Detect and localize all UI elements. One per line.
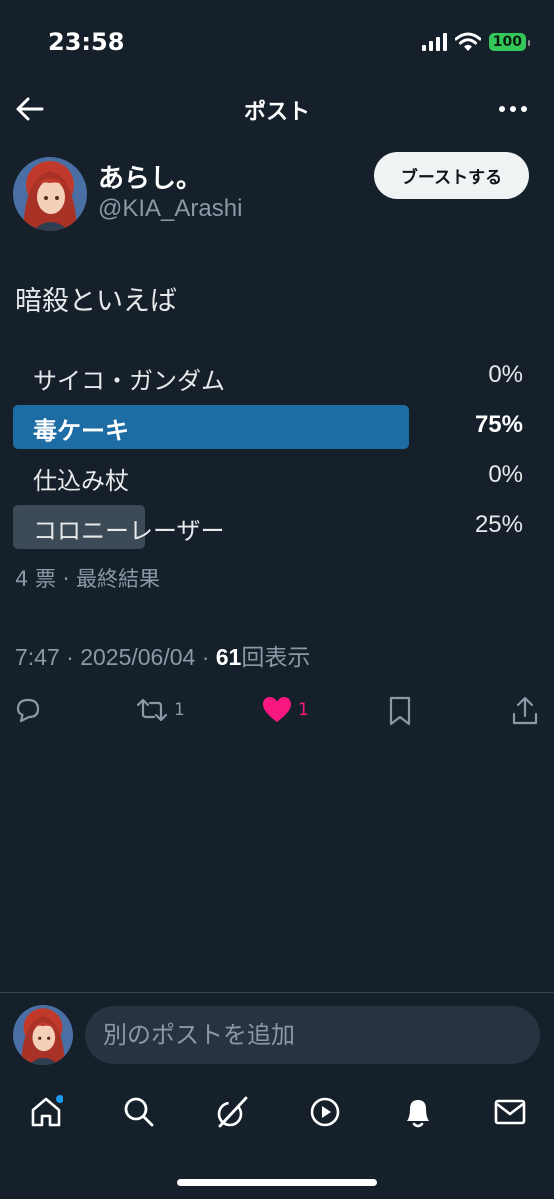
poll-option: 毒ケーキ 75% bbox=[13, 405, 523, 449]
post-header: ポスト bbox=[0, 86, 554, 130]
post-timestamp: 7:47 · 2025/06/04 · 61回表示 bbox=[15, 638, 310, 672]
poll-option-label: コロニーレーザー bbox=[33, 517, 225, 545]
tab-bar bbox=[0, 1088, 554, 1136]
share-icon bbox=[512, 696, 538, 725]
poll-option-percent: 75% bbox=[474, 411, 523, 438]
view-count[interactable]: 61 bbox=[216, 644, 242, 670]
poll-option: コロニーレーザー 25% bbox=[13, 505, 523, 549]
tab-home[interactable] bbox=[22, 1088, 70, 1136]
poll-option-label: 仕込み杖 bbox=[33, 467, 129, 495]
reply-button[interactable] bbox=[14, 696, 42, 724]
like-count: 1 bbox=[298, 700, 309, 720]
poll-meta: 4 票 · 最終結果 bbox=[15, 567, 161, 591]
status-icons: 100 bbox=[421, 32, 531, 52]
poll-option: サイコ・ガンダム 0% bbox=[13, 355, 523, 399]
post-time-date: 7:47 · 2025/06/04 · bbox=[15, 644, 216, 670]
wifi-icon bbox=[454, 32, 481, 51]
grok-icon bbox=[217, 1096, 248, 1128]
messages-icon bbox=[494, 1099, 526, 1125]
bookmark-button[interactable] bbox=[388, 696, 412, 726]
heart-icon bbox=[263, 697, 291, 722]
more-icon[interactable] bbox=[498, 94, 528, 124]
poll-option-label: 毒ケーキ bbox=[33, 417, 129, 445]
home-indicator bbox=[177, 1179, 377, 1186]
battery-indicator: 100 bbox=[488, 33, 531, 51]
divider bbox=[0, 992, 554, 993]
notifications-icon bbox=[407, 1100, 429, 1128]
tab-video[interactable] bbox=[301, 1088, 349, 1136]
tab-search[interactable] bbox=[115, 1088, 163, 1136]
poll-option-percent: 25% bbox=[474, 511, 523, 538]
reply-input[interactable] bbox=[85, 1006, 540, 1064]
home-icon bbox=[31, 1095, 63, 1127]
avatar[interactable] bbox=[13, 157, 87, 231]
page-title: ポスト bbox=[243, 100, 310, 125]
retweet-button[interactable]: 1 bbox=[136, 696, 185, 724]
retweet-count: 1 bbox=[174, 700, 185, 720]
bookmark-icon bbox=[389, 696, 411, 726]
video-icon bbox=[310, 1097, 340, 1127]
action-bar: 1 1 bbox=[0, 696, 554, 730]
poll-option-percent: 0% bbox=[488, 361, 523, 388]
tab-notifications[interactable] bbox=[394, 1088, 442, 1136]
view-count-label: 回表示 bbox=[241, 645, 311, 671]
poll-option: 仕込み杖 0% bbox=[13, 455, 523, 499]
post-text: 暗殺といえば bbox=[15, 286, 177, 317]
reply-avatar bbox=[13, 1005, 73, 1065]
status-time: 23:58 bbox=[48, 28, 125, 56]
boost-button[interactable]: ブーストする bbox=[374, 152, 529, 199]
cellular-signal-icon bbox=[421, 33, 447, 51]
tab-messages[interactable] bbox=[486, 1088, 534, 1136]
author-handle[interactable]: @KIA_Arashi bbox=[98, 195, 242, 223]
share-button[interactable] bbox=[511, 696, 539, 726]
like-button[interactable]: 1 bbox=[262, 696, 309, 724]
tab-grok[interactable] bbox=[208, 1088, 256, 1136]
reply-icon bbox=[16, 698, 40, 723]
retweet-icon bbox=[136, 698, 168, 722]
poll-option-label: サイコ・ガンダム bbox=[33, 367, 225, 395]
poll-option-percent: 0% bbox=[488, 461, 523, 488]
author-name[interactable]: あらし。 bbox=[98, 158, 202, 195]
search-icon bbox=[124, 1097, 154, 1127]
